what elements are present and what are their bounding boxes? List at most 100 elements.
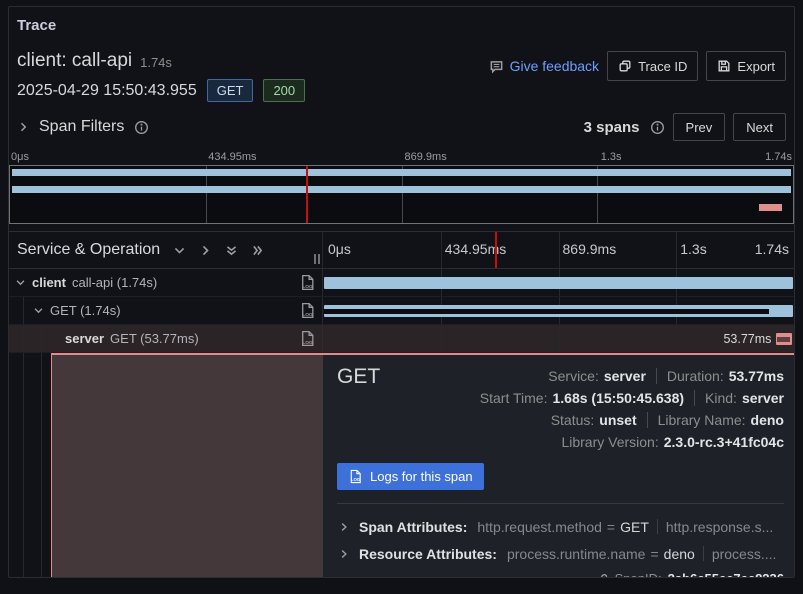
selected-span-highlight — [51, 353, 323, 577]
span-bar-server[interactable] — [776, 333, 792, 345]
tick-label: 869.9ms — [563, 241, 617, 257]
span-operation: GET (53.77ms) — [110, 331, 199, 346]
minimap-span-bar-client — [12, 169, 790, 176]
log-icon[interactable]: LOG — [299, 274, 316, 291]
svg-text:LOG: LOG — [302, 284, 313, 290]
span-filters-title: Span Filters — [39, 118, 124, 136]
chevron-right-icon — [17, 121, 29, 133]
span-attributes-toggle[interactable]: Span Attributes: http.request.method = G… — [337, 513, 784, 540]
trace-panel: Trace client: call-api 1.74s 2025-04-29 … — [8, 6, 795, 578]
info-icon[interactable] — [134, 120, 149, 135]
meta-label: Kind: — [705, 390, 737, 406]
meta-value: server — [742, 390, 784, 406]
span-row-client[interactable]: client call-api (1.74s) LOG — [9, 269, 794, 297]
span-bar-client[interactable] — [324, 277, 792, 289]
span-count: 3 spans — [584, 119, 640, 136]
meta-label: Service: — [548, 368, 599, 384]
indent-guide — [41, 353, 42, 577]
span-row-server[interactable]: server GET (53.77ms) LOG 53.77ms — [9, 325, 794, 353]
tick-label: 1.74s — [765, 151, 792, 163]
span-bar-self-time — [324, 309, 769, 314]
minimap-ticks: 0μs 434.95ms 869.9ms 1.3s 1.74s — [9, 150, 794, 165]
log-icon[interactable]: LOG — [299, 330, 316, 347]
log-icon[interactable]: LOG — [299, 302, 316, 319]
meta-divider — [656, 368, 657, 384]
meta-label: Library Version: — [561, 434, 658, 450]
divider — [337, 503, 784, 504]
indent-guide — [23, 297, 24, 324]
trace-id-button[interactable]: Trace ID — [607, 51, 698, 81]
status-code-badge: 200 — [263, 79, 305, 102]
column-divider — [676, 232, 677, 268]
chevron-right-icon — [339, 546, 349, 562]
trace-duration: 1.74s — [140, 55, 172, 72]
chevron-right-icon[interactable] — [199, 244, 212, 257]
double-chevron-down-icon[interactable] — [225, 244, 238, 257]
timeline-cursor-line — [495, 232, 497, 268]
timeline-minimap: 0μs 434.95ms 869.9ms 1.3s 1.74s — [9, 148, 794, 231]
export-button[interactable]: Export — [706, 51, 786, 81]
span-id-footer: SpanID: 2ab6c55cc7cc8236 — [337, 571, 784, 577]
tick-label: 1.3s — [680, 241, 706, 257]
span-duration-label: 53.77ms — [723, 332, 771, 346]
span-service: server — [65, 331, 104, 346]
trace-name: client: call-api — [17, 50, 132, 72]
svg-text:LOG: LOG — [302, 340, 313, 346]
span-bar-get[interactable] — [324, 305, 792, 317]
double-chevron-right-icon[interactable] — [251, 244, 264, 257]
chevron-down-icon[interactable] — [15, 277, 26, 288]
svg-text:LOG: LOG — [302, 312, 313, 318]
meta-label: Start Time: — [480, 390, 548, 406]
meta-value: deno — [751, 412, 784, 428]
span-filters-toggle[interactable]: Span Filters — [17, 118, 149, 136]
meta-value: unset — [599, 412, 636, 428]
meta-value: 2.3.0-rc.3+41fc04c — [664, 434, 784, 450]
selected-span-gutter — [9, 353, 323, 577]
span-row-get[interactable]: GET (1.74s) LOG — [9, 297, 794, 325]
meta-divider — [694, 390, 695, 406]
column-divider — [559, 325, 560, 352]
column-divider — [441, 232, 442, 268]
column-resize-handle[interactable] — [314, 254, 320, 264]
span-bar-self-time — [777, 337, 789, 342]
next-span-button[interactable]: Next — [733, 113, 786, 141]
minimap-scrubber[interactable] — [9, 165, 794, 224]
indent-guide — [23, 325, 24, 352]
span-service: client — [32, 275, 66, 290]
attr-divider — [657, 519, 658, 534]
tick-label: 1.74s — [755, 241, 789, 257]
comment-icon — [489, 59, 504, 74]
prev-span-button[interactable]: Prev — [673, 113, 726, 141]
trace-table-header: Service & Operation 0μs 434.95ms — [9, 231, 794, 269]
svg-text:LOG: LOG — [351, 477, 361, 482]
save-icon — [717, 59, 731, 73]
info-icon[interactable] — [650, 120, 665, 135]
minimap-span-bar-get — [12, 186, 790, 193]
chevron-right-icon — [339, 519, 349, 535]
meta-label: Duration: — [667, 368, 724, 384]
link-icon[interactable] — [595, 572, 609, 578]
chevron-down-icon[interactable] — [33, 305, 44, 316]
give-feedback-link[interactable]: Give feedback — [489, 58, 600, 74]
minimap-span-bar-server — [759, 204, 782, 211]
span-detail-row: GET Service: server Duration: 53.77ms St… — [9, 353, 794, 577]
service-operation-header: Service & Operation — [17, 241, 160, 259]
copy-icon — [618, 59, 632, 73]
log-icon: LOG — [348, 469, 363, 484]
selected-span-accent-border — [51, 353, 794, 355]
trace-timestamp: 2025-04-29 15:50:43.955 — [17, 82, 197, 100]
resource-attributes-toggle[interactable]: Resource Attributes: process.runtime.nam… — [337, 540, 784, 567]
meta-value: server — [604, 368, 646, 384]
tick-label: 869.9ms — [405, 151, 447, 163]
indent-guide — [41, 325, 42, 352]
column-divider — [559, 232, 560, 268]
span-detail-title: GET — [337, 365, 380, 453]
chevron-down-icon[interactable] — [173, 244, 186, 257]
span-filters-bar: Span Filters 3 spans Prev Next — [9, 106, 794, 148]
span-operation: GET (1.74s) — [50, 303, 121, 318]
meta-value: 1.68s (15:50:45.638) — [552, 390, 684, 406]
tick-label: 0μs — [328, 241, 351, 257]
indent-guide — [23, 353, 24, 577]
column-divider — [441, 325, 442, 352]
logs-for-span-button[interactable]: LOG Logs for this span — [337, 463, 484, 490]
